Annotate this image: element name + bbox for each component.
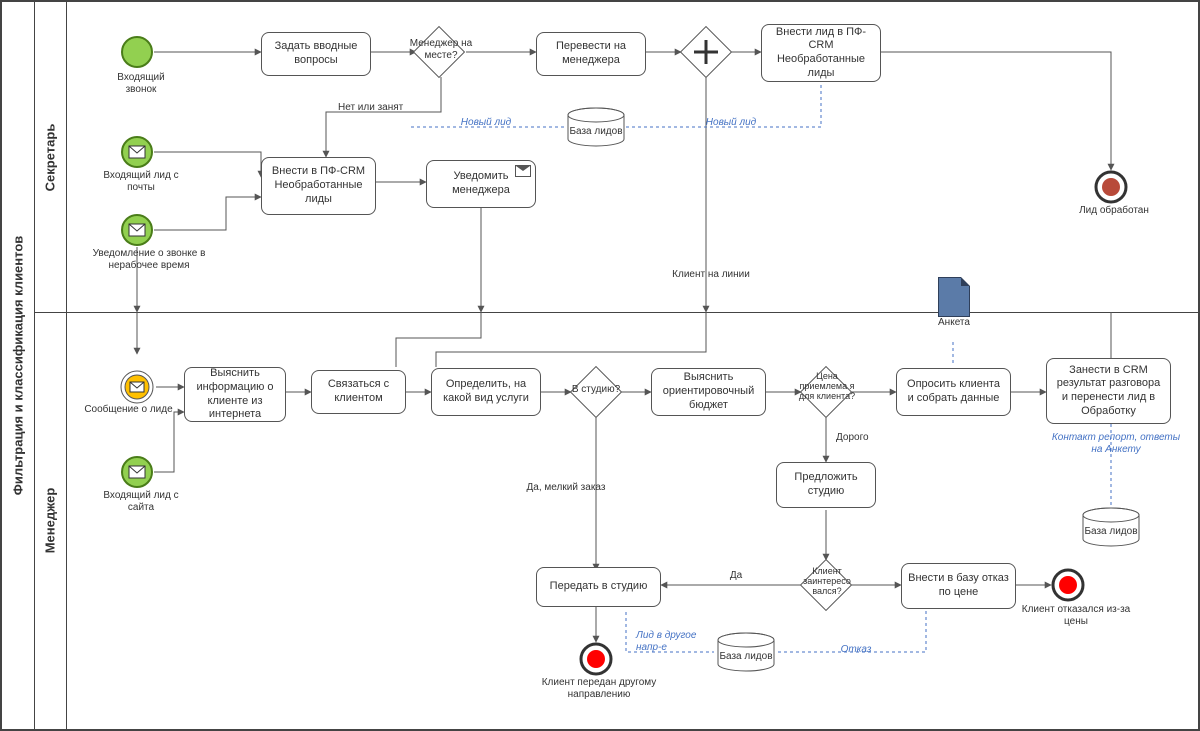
intermediate-event-message-lead xyxy=(120,370,154,404)
task-ask-intro: Задать вводные вопросы xyxy=(261,32,371,76)
gateway-in-studio-label: В студию? xyxy=(568,384,624,396)
start-event-mail xyxy=(120,135,154,169)
edge-yes-label: Да xyxy=(716,570,756,582)
start-event-mail-label: Входящий лид с почты xyxy=(101,170,181,194)
anno-lead-other-dir: Лид в другое напр-е xyxy=(636,630,716,654)
document-questionnaire-label: Анкета xyxy=(924,317,984,329)
lane-manager-title: Менеджер xyxy=(43,488,58,554)
intermediate-event-message-lead-label: Сообщение о лиде xyxy=(76,404,181,416)
task-survey-client: Опросить клиента и собрать данные xyxy=(896,368,1011,416)
edge-expensive-label: Дорого xyxy=(836,432,896,444)
bpmn-diagram: Фильтрация и классификация клиентов Секр… xyxy=(0,0,1200,731)
end-event-refused-price xyxy=(1051,568,1085,602)
task-enter-lead-crm: Внести лид в ПФ-CRM Необработанные лиды xyxy=(761,24,881,82)
anno-new-lead-2: Новый лид xyxy=(691,117,771,129)
gateway-parallel xyxy=(683,29,729,75)
task-pass-studio: Передать в студию xyxy=(536,567,661,607)
end-event-lead-processed xyxy=(1094,170,1128,204)
gateway-price-ok-label: Цена приемлема я для клиента? xyxy=(793,372,861,402)
start-event-call-label: Входящий звонок xyxy=(101,72,181,96)
task-find-budget: Выяснить ориентировочный бюджет xyxy=(651,368,766,416)
datastore-leads-1-label: База лидов xyxy=(566,126,626,138)
task-enter-crm-unprocessed: Внести в ПФ-CRM Необработанные лиды xyxy=(261,157,376,215)
task-notify-manager: Уведомить менеджера xyxy=(426,160,536,208)
task-offer-studio: Предложить студию xyxy=(776,462,876,508)
datastore-leads-3-label: База лидов xyxy=(716,651,776,663)
start-event-offhours xyxy=(120,213,154,247)
document-questionnaire-icon xyxy=(938,277,970,317)
task-define-service: Определить, на какой вид услуги xyxy=(431,368,541,416)
lane-secretary: Секретарь xyxy=(34,2,1200,313)
gateway-client-interested-label: Клиент заинтересо вался? xyxy=(793,567,861,597)
gateway-manager-there-label: Менеджер на месте? xyxy=(401,38,481,62)
pool-title: Фильтрация и классификация клиентов xyxy=(11,236,26,496)
task-transfer-manager: Перевести на менеджера xyxy=(536,32,646,76)
edge-client-on-line-label: Клиент на линии xyxy=(671,269,751,281)
datastore-leads-2-label: База лидов xyxy=(1081,526,1141,538)
end-event-passed-other xyxy=(579,642,613,676)
end-event-lead-processed-label: Лид обработан xyxy=(1074,205,1154,217)
start-event-call xyxy=(120,35,154,69)
task-enter-crm-result: Занести в CRM результат разговора и пере… xyxy=(1046,358,1171,424)
task-get-client-info: Выяснить информацию о клиенте из интерне… xyxy=(184,367,286,422)
anno-refusal: Отказ xyxy=(826,644,886,656)
lane-secretary-title-strip: Секретарь xyxy=(34,2,67,312)
lane-secretary-title: Секретарь xyxy=(43,123,58,191)
edge-yes-small-label: Да, мелкий заказ xyxy=(516,482,616,494)
message-icon xyxy=(515,165,531,177)
start-event-site-lead xyxy=(120,455,154,489)
start-event-offhours-label: Уведомление о звонке в нерабочее время xyxy=(84,248,214,272)
end-event-passed-other-label: Клиент передан другому направлению xyxy=(534,677,664,701)
pool-title-strip: Фильтрация и классификация клиентов xyxy=(2,2,35,729)
lane-manager-title-strip: Менеджер xyxy=(34,312,67,729)
anno-new-lead-1: Новый лид xyxy=(446,117,526,129)
task-enter-refusal: Внести в базу отказ по цене xyxy=(901,563,1016,609)
lane-manager: Менеджер xyxy=(34,312,1200,729)
task-contact-client: Связаться с клиентом xyxy=(311,370,406,414)
edge-no-busy-label: Нет или занят xyxy=(338,102,428,114)
end-event-refused-price-label: Клиент отказался из-за цены xyxy=(1016,604,1136,628)
start-event-site-lead-label: Входящий лид с сайта xyxy=(101,490,181,514)
anno-contact-report: Контакт репорт, ответы на Анкету xyxy=(1051,432,1181,456)
